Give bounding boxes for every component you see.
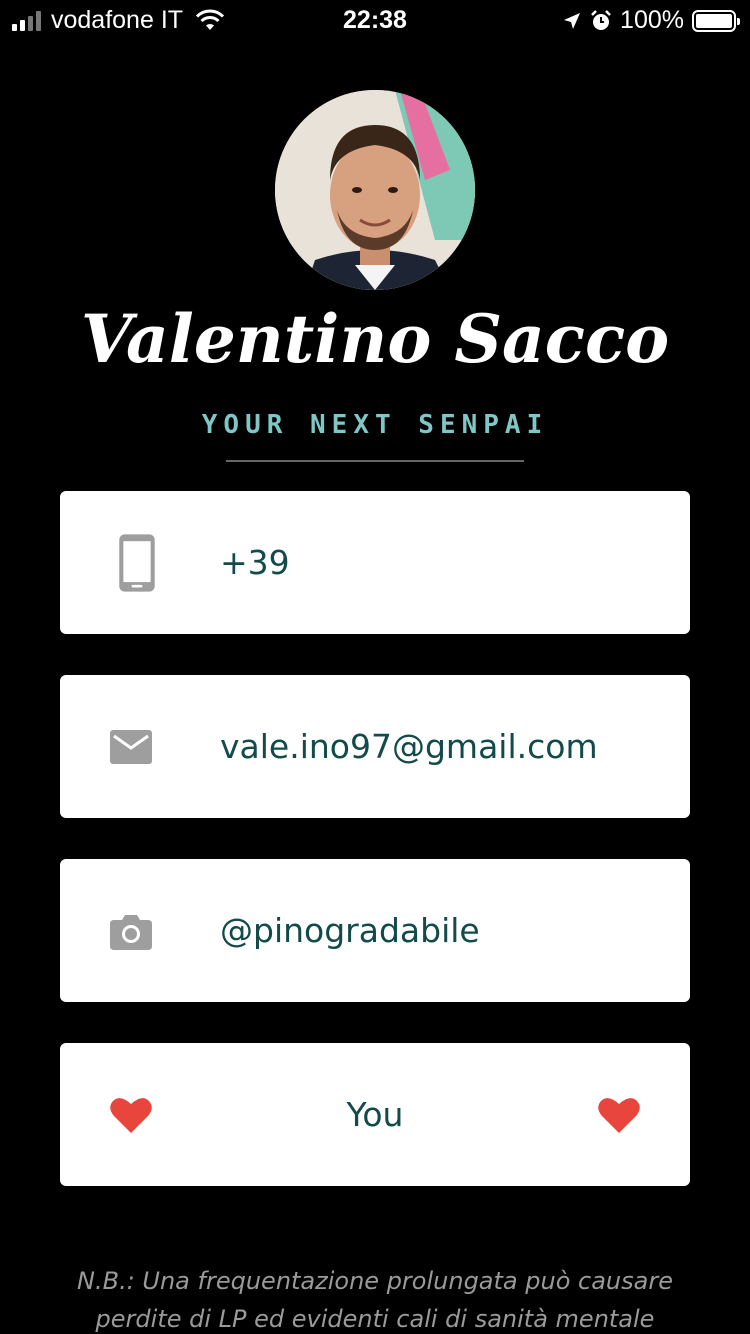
note-line-2: perdite di LP ed evidenti cali di sanità… <box>95 1305 655 1333</box>
battery-icon <box>692 9 740 32</box>
screen: vodafone IT 22:38 100% Valentino Sacco Y… <box>0 0 750 1334</box>
instagram-value: @pinogradabile <box>220 911 480 950</box>
avatar-photo <box>275 90 475 290</box>
phone-icon <box>119 533 155 592</box>
status-bar: vodafone IT 22:38 100% <box>0 0 750 42</box>
mail-icon <box>110 729 152 764</box>
email-value: vale.ino97@gmail.com <box>220 727 598 766</box>
alarm-icon <box>591 9 611 30</box>
love-card[interactable]: You <box>60 1043 690 1186</box>
love-value: You <box>346 1095 404 1134</box>
divider <box>226 460 524 462</box>
instagram-card[interactable]: @pinogradabile <box>60 859 690 1002</box>
status-right: 100% <box>562 6 740 35</box>
location-arrow-icon <box>564 12 581 29</box>
avatar <box>275 90 475 290</box>
battery-percent: 100% <box>620 6 684 34</box>
camera-icon <box>110 914 152 950</box>
profile-name: Valentino Sacco <box>80 300 670 378</box>
profile-tagline: YOUR NEXT SENPAI <box>201 410 549 440</box>
email-card[interactable]: vale.ino97@gmail.com <box>60 675 690 818</box>
heart-icon <box>598 1097 640 1133</box>
disclaimer-note: N.B.: Una frequentazione prolungata può … <box>0 1262 750 1334</box>
phone-value: +39 <box>220 543 290 582</box>
note-line-1: N.B.: Una frequentazione prolungata può … <box>77 1267 673 1295</box>
phone-card[interactable]: +39 <box>60 491 690 634</box>
